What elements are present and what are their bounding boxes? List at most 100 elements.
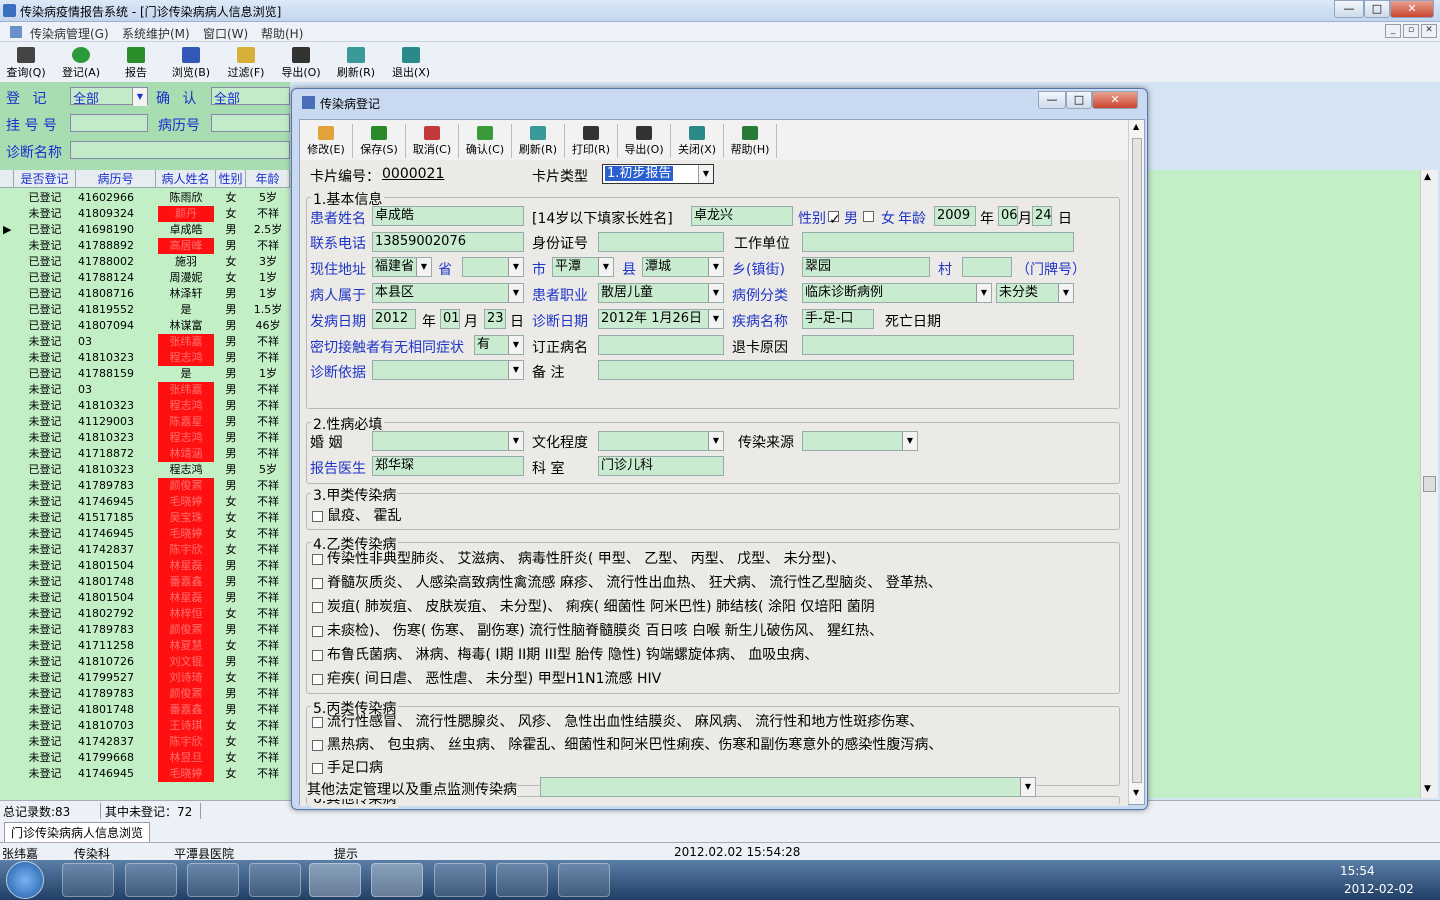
scroll-up-icon[interactable]: ▲: [1133, 122, 1139, 131]
table-row[interactable]: ▶ 已登记 41698190 卓成皓 男 2.5岁: [0, 222, 290, 238]
birth-month-input[interactable]: 06: [998, 206, 1018, 226]
maximize-button[interactable]: □: [1364, 0, 1390, 18]
table-row[interactable]: 未登记 41810323 程志鸿男 不祥: [0, 430, 290, 446]
table-row[interactable]: 未登记 03 张纬嘉男 不祥: [0, 334, 290, 350]
dialog-minimize-button[interactable]: —: [1038, 91, 1066, 109]
confirm-select[interactable]: 全部: [211, 87, 290, 107]
class-b-row-4[interactable]: 未痰检)、 伤寒( 伤寒、 副伤寒) 流行性脑脊髓膜炎 百日咳 白喉 新生儿破伤…: [312, 620, 883, 640]
filter-button[interactable]: 过滤(F): [220, 45, 272, 81]
table-row[interactable]: 未登记 41799527 刘诗琦女 不祥: [0, 670, 290, 686]
explorer-icon[interactable]: [309, 863, 361, 897]
dialog-scroll-thumb[interactable]: [1132, 138, 1142, 783]
table-row[interactable]: 未登记 41746945 毛晓婷女 不祥: [0, 766, 290, 782]
table-row[interactable]: 未登记 41802792 林梓恒女 不祥: [0, 606, 290, 622]
cancel-button[interactable]: 取消(C): [406, 124, 459, 158]
ie-icon[interactable]: [249, 863, 301, 897]
table-row[interactable]: 已登记 41819552 是 男 1.5岁: [0, 302, 290, 318]
onset-month-input[interactable]: 01: [440, 309, 460, 329]
header-registered[interactable]: 是否登记: [14, 170, 76, 188]
revise-input[interactable]: [598, 335, 724, 355]
scroll-up-icon[interactable]: ▲: [1424, 172, 1431, 182]
save-button[interactable]: 保存(S): [353, 124, 406, 158]
table-row[interactable]: 已登记 41807094 林谋富 男 46岁: [0, 318, 290, 334]
class-a-checkboxes[interactable]: 鼠疫、 霍乱: [312, 505, 401, 525]
table-row[interactable]: 已登记 41788159 是 男 1岁: [0, 366, 290, 382]
menu-system[interactable]: 系统维护(M): [122, 25, 190, 42]
edit-button[interactable]: 修改(E): [300, 124, 353, 158]
browse-button[interactable]: 浏览(B): [165, 45, 217, 81]
contact-select[interactable]: 有 ▼: [474, 335, 524, 355]
minimize-button[interactable]: —: [1334, 0, 1364, 18]
start-button[interactable]: [6, 861, 44, 899]
refresh-button[interactable]: 刷新(R): [330, 45, 382, 81]
reg-number-input[interactable]: [70, 114, 148, 132]
table-row[interactable]: 未登记 41799668 林昱旦女 不祥: [0, 750, 290, 766]
id-card-input[interactable]: [598, 232, 724, 252]
class-c-row-3[interactable]: 手足口病: [312, 757, 383, 777]
table-row[interactable]: 未登记 41746945 毛晓婷女 不祥: [0, 526, 290, 542]
query-button[interactable]: 查询(Q): [0, 45, 52, 81]
marriage-select[interactable]: ▼: [372, 431, 524, 451]
menu-infection[interactable]: 传染病管理(G): [30, 25, 109, 42]
close-button[interactable]: ✕: [1390, 0, 1434, 18]
print-button[interactable]: 打印(R): [565, 124, 618, 158]
class-c-row-1[interactable]: 流行性感冒、 流行性腮腺炎、 风疹、 急性出血性结膜炎、 麻风病、 流行性和地方…: [312, 711, 923, 731]
scroll-thumb[interactable]: [1423, 476, 1436, 492]
province2-select[interactable]: ▼: [462, 257, 524, 277]
female-checkbox[interactable]: [863, 208, 878, 224]
table-row[interactable]: 未登记 41517185 吴宝珠女 不祥: [0, 510, 290, 526]
case-class-select[interactable]: 临床诊断病例 ▼: [802, 283, 992, 303]
class-b-row-6[interactable]: 疟疾( 间日虐、 恶性虐、 未分型) 甲型H1N1流感 HIV: [312, 668, 661, 688]
table-row[interactable]: 未登记 41129003 陈嘉星男 不祥: [0, 414, 290, 430]
register-select[interactable]: 全部 ▼: [70, 87, 148, 107]
qq-icon[interactable]: [496, 863, 548, 897]
table-row[interactable]: 已登记 41788002 施羽 女 3岁: [0, 254, 290, 270]
table-row[interactable]: 已登记 41602966 陈雨欣 女 5岁: [0, 190, 290, 206]
birth-year-input[interactable]: 2009: [934, 206, 976, 226]
table-row[interactable]: 已登记 41810323 程志鸿 男 5岁: [0, 462, 290, 478]
county-select[interactable]: 潭城 ▼: [642, 257, 724, 277]
table-row[interactable]: 未登记 41810323 程志鸿男 不祥: [0, 398, 290, 414]
epidemic-app-icon[interactable]: [371, 863, 423, 897]
table-row[interactable]: 未登记 41809324 颜丹女 不祥: [0, 206, 290, 222]
table-row[interactable]: 未登记 41810703 王诗琪女 不祥: [0, 718, 290, 734]
media-icon[interactable]: [187, 863, 239, 897]
table-row[interactable]: 未登记 41810323 程志鸿男 不祥: [0, 350, 290, 366]
table-row[interactable]: 未登记 41788892 高居峰男 不祥: [0, 238, 290, 254]
table-row[interactable]: 未登记 41711258 林夏慧女 不祥: [0, 638, 290, 654]
male-checkbox[interactable]: ✓: [828, 208, 843, 228]
mdi-close-button[interactable]: ✕: [1421, 24, 1437, 38]
table-row[interactable]: 未登记 03 张纬嘉男 不祥: [0, 382, 290, 398]
onset-day-input[interactable]: 23: [484, 309, 506, 329]
mdi-minimize-button[interactable]: _: [1385, 24, 1401, 38]
class-c-row-2[interactable]: 黑热病、 包虫病、 丝虫病、 除霍乱、细菌性和阿米巴性痢疾、伤寒和副伤寒意外的感…: [312, 734, 942, 754]
menu-help[interactable]: 帮助(H): [261, 25, 303, 42]
game-icon[interactable]: [434, 863, 486, 897]
dialog-refresh-button[interactable]: 刷新(R): [512, 124, 565, 158]
table-row[interactable]: 未登记 41801504 林星磊男 不祥: [0, 558, 290, 574]
scroll-down-icon[interactable]: ▼: [1133, 788, 1139, 797]
table-row[interactable]: 未登记 41718872 林靖涵男 不祥: [0, 446, 290, 462]
table-row[interactable]: 已登记 41808716 林泽轩 男 1岁: [0, 286, 290, 302]
mdi-restore-button[interactable]: ▫: [1403, 24, 1419, 38]
table-row[interactable]: 未登记 41789783 颜俊罴男 不祥: [0, 622, 290, 638]
header-record-no[interactable]: 病历号: [76, 170, 156, 188]
parent-input[interactable]: 卓龙兴: [691, 206, 793, 226]
table-row[interactable]: 未登记 41801748 番嘉鑫男 不祥: [0, 574, 290, 590]
card-type-select[interactable]: 1.初步报告 ▼: [602, 164, 714, 184]
job-select[interactable]: 散居儿童 ▼: [598, 283, 724, 303]
header-name[interactable]: 病人姓名: [156, 170, 216, 188]
exit-button[interactable]: 退出(X): [385, 45, 437, 81]
village-input[interactable]: [962, 257, 1012, 277]
table-row[interactable]: 未登记 41789783 颜俊罴男 不祥: [0, 478, 290, 494]
dept-input[interactable]: 门诊儿科: [598, 456, 724, 476]
dialog-scrollbar[interactable]: ▲ ▼: [1128, 120, 1144, 804]
export-button[interactable]: 导出(O): [275, 45, 327, 81]
menu-window[interactable]: 窗口(W): [203, 25, 248, 42]
phone-input[interactable]: 13859002076: [372, 232, 524, 252]
scroll-down-icon[interactable]: ▼: [1424, 784, 1431, 794]
other-disease-select[interactable]: ▼: [540, 777, 1036, 797]
table-row[interactable]: 未登记 41742837 陈宇欣女 不祥: [0, 734, 290, 750]
doctor-input[interactable]: 郑华琛: [372, 456, 524, 476]
class-b-row-1[interactable]: 传染性非典型肺炎、 艾滋病、 病毒性肝炎( 甲型、 乙型、 丙型、 戊型、 未分…: [312, 548, 845, 568]
